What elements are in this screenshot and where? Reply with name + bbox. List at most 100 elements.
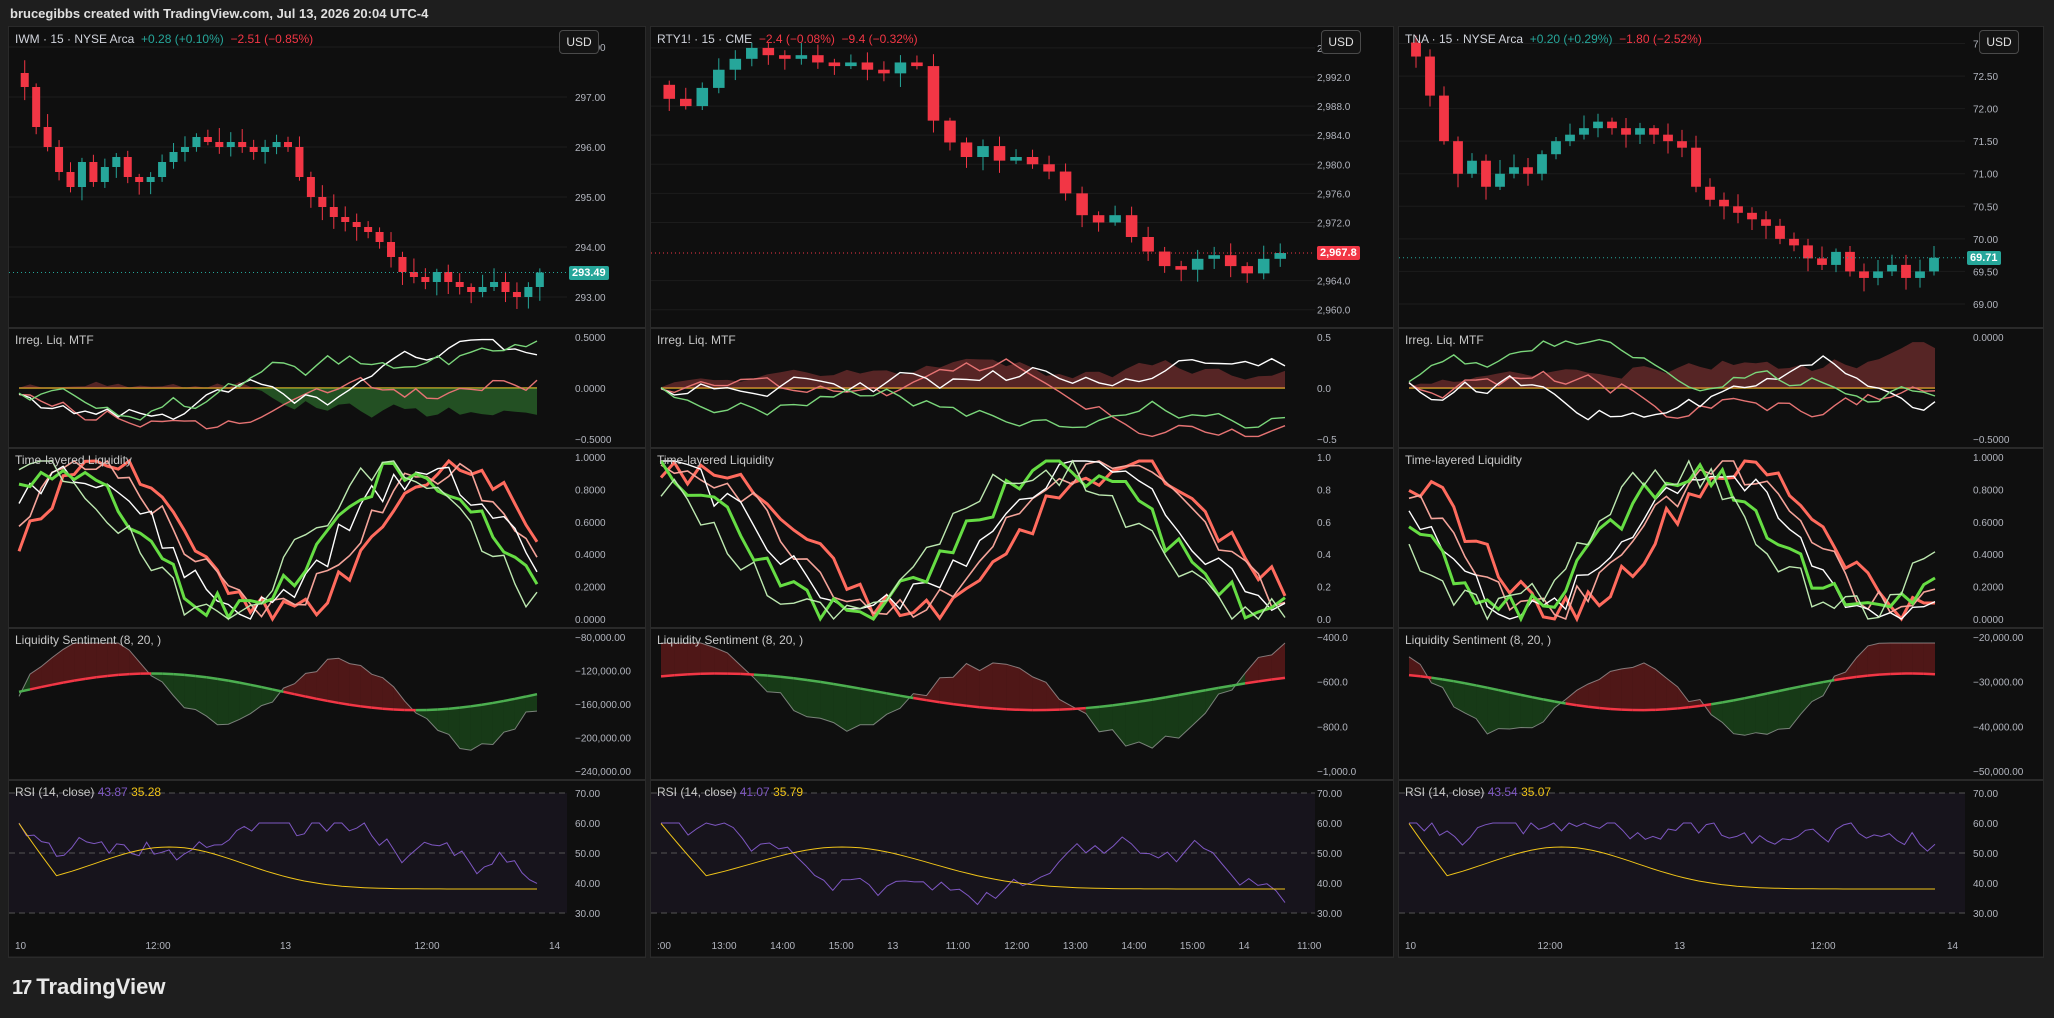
currency-button[interactable]: USD — [1321, 30, 1361, 54]
sentiment-slow-line — [95, 674, 108, 679]
sentiment-fill — [217, 678, 229, 725]
candle-body — [55, 147, 64, 172]
candle-body — [1537, 154, 1547, 174]
sentiment-slow-line — [437, 707, 449, 711]
candle-body — [679, 98, 692, 107]
rsi-value: 35.07 — [1521, 785, 1552, 799]
x-axis-tick-label: 14 — [1238, 941, 1250, 952]
sentiment-fill — [448, 707, 460, 749]
candle-body — [1425, 56, 1435, 96]
sentiment-slow-line — [1599, 706, 1611, 711]
x-axis-tick-label: 14:00 — [1121, 941, 1146, 952]
symbol-title[interactable]: IWM · 15 · NYSE Arca +0.28 (+0.10%) −2.5… — [15, 32, 313, 46]
price-tick-label: 297.00 — [575, 93, 606, 104]
sentiment-fill — [481, 702, 493, 745]
sentiment-fill — [1755, 693, 1768, 735]
change-since-open: +0.20 (+0.29%) — [1529, 32, 1613, 46]
candle-body — [261, 147, 270, 152]
time-layered-title: Time-layered Liquidity — [657, 453, 774, 467]
candle-body — [66, 172, 75, 187]
currency-button[interactable]: USD — [559, 30, 599, 54]
sentiment-slow-line — [1834, 677, 1846, 682]
rsi-tick-label: 50.00 — [1317, 849, 1342, 860]
irreg-negative-fill — [19, 388, 537, 418]
sentiment-fill — [1464, 683, 1477, 719]
sentiment-fill — [1498, 690, 1510, 730]
last-price-tag: 69.71 — [1967, 250, 2001, 265]
rsi-label: RSI (14, close) — [15, 785, 95, 799]
candle-body — [32, 87, 41, 127]
sentiment-tick-label: −30,000.00 — [1973, 678, 2024, 689]
sentiment-fill — [118, 643, 130, 675]
candle-body — [1817, 258, 1827, 265]
sentiment-slow-line — [1867, 673, 1880, 677]
header-credit: brucegibbs created with TradingView.com,… — [0, 0, 2054, 26]
liquidity-sentiment-title: Liquidity Sentiment (8, 20, ) — [1405, 633, 1552, 647]
candle-body — [1551, 141, 1561, 155]
candle-body — [1789, 238, 1799, 246]
sentiment-slow-line — [1688, 704, 1701, 709]
x-axis-tick-label: 12:00 — [1004, 941, 1029, 952]
sentiment-fill — [173, 674, 185, 708]
candle-body — [1859, 271, 1869, 278]
x-axis-tick-label: 15:00 — [829, 941, 854, 952]
sentiment-fill — [939, 677, 954, 705]
candle-body — [1803, 245, 1813, 259]
sentiment-slow-line — [459, 705, 472, 709]
rsi-tick-label: 30.00 — [1317, 909, 1342, 920]
sentiment-tick-label: −50,000.00 — [1973, 767, 2024, 778]
sentiment-slow-line — [1420, 675, 1432, 679]
sentiment-slow-line — [1271, 676, 1286, 681]
candle-body — [180, 147, 189, 152]
sentiment-slow-line — [1085, 705, 1100, 710]
sentiment-tick-label: −240,000.00 — [575, 767, 631, 778]
candle-body — [1109, 215, 1121, 223]
candle-body — [1142, 237, 1154, 252]
sentiment-slow-line — [1822, 678, 1835, 684]
x-axis-tick-label: 13 — [887, 941, 899, 952]
currency-button[interactable]: USD — [1979, 30, 2019, 54]
symbol-title[interactable]: TNA · 15 · NYSE Arca +0.20 (+0.29%) −1.8… — [1405, 32, 1702, 46]
sentiment-fill — [1890, 643, 1902, 674]
x-axis-tick-label: 14 — [1947, 941, 1959, 952]
chart-svg-2: 2,996.02,992.02,988.02,984.02,980.02,976… — [651, 42, 1393, 957]
symbol-title[interactable]: RTY1! · 15 · CME −2.4 (−0.08%) −9.4 (−0.… — [657, 32, 918, 46]
footer — [0, 960, 2054, 1018]
sentiment-fill — [1800, 684, 1812, 715]
sentiment-slow-line — [674, 673, 688, 677]
layered-liquidity-line — [1408, 459, 1936, 621]
rsi-tick-label: 60.00 — [1973, 819, 1998, 830]
rsi-tick-label: 40.00 — [575, 879, 600, 890]
layered-tick-label: 0.4000 — [575, 550, 606, 561]
sentiment-fill — [1733, 698, 1745, 736]
symbol-label: IWM · 15 · NYSE Arca — [15, 32, 135, 46]
candle-body — [762, 47, 775, 56]
candle-body — [524, 287, 533, 297]
candle-body — [1158, 251, 1171, 267]
sentiment-fill — [1744, 695, 1756, 736]
candle-body — [20, 73, 29, 87]
sentiment-fill — [1621, 667, 1633, 711]
chart-panel-1[interactable]: 298.00297.00296.00295.00294.00293.000.50… — [8, 26, 646, 958]
x-axis-tick-label: 15:00 — [1180, 941, 1205, 952]
sentiment-slow-line — [1699, 703, 1712, 708]
symbol-label: TNA · 15 · NYSE Arca — [1405, 32, 1524, 46]
chart-panel-2[interactable]: 2,996.02,992.02,988.02,984.02,980.02,976… — [650, 26, 1394, 958]
sentiment-fill — [1487, 687, 1499, 735]
x-axis-tick-label: 12:00 — [146, 941, 171, 952]
sentiment-fill — [1778, 688, 1790, 730]
chart-panel-3[interactable]: 73.0072.5072.0071.5071.0070.5070.0069.50… — [1398, 26, 2044, 958]
sentiment-fill — [992, 662, 1007, 710]
symbol-label: RTY1! · 15 · CME — [657, 32, 753, 46]
rsi-label: RSI (14, close) — [1405, 785, 1485, 799]
change-daily: −9.4 (−0.32%) — [841, 32, 918, 46]
sentiment-slow-line — [992, 707, 1007, 711]
sentiment-slow-line — [371, 706, 383, 710]
candle-body — [696, 87, 709, 107]
candle-body — [1761, 219, 1771, 226]
sentiment-fill — [1019, 668, 1033, 711]
sentiment-tick-label: −600.0 — [1317, 678, 1348, 689]
x-axis-tick-label: :00 — [657, 941, 671, 952]
sentiment-slow-line — [966, 704, 980, 709]
sentiment-slow-line — [481, 701, 494, 706]
